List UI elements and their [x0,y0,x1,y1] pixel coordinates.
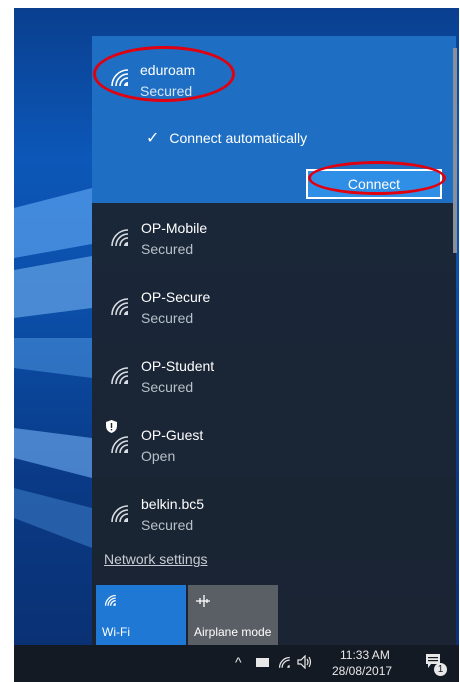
chevron-up-icon[interactable]: ^ [235,654,242,670]
connect-automatically-label: Connect automatically [169,130,308,146]
wifi-quick-action[interactable]: Wi-Fi [96,585,186,645]
airplane-tile-label: Airplane mode [194,625,272,639]
selected-network[interactable]: eduroam Secured ✓ Connect automatically C… [92,36,456,203]
scrollbar[interactable] [453,48,457,253]
wifi-tile-label: Wi-Fi [102,625,130,639]
network-status: Secured [140,83,193,99]
network-settings-link[interactable]: Network settings [104,551,207,567]
battery-icon[interactable] [256,658,270,667]
network-status: Open [141,448,176,464]
notification-count-badge: 1 [434,663,447,676]
network-status: Secured [141,379,194,395]
shield-warning-icon [106,420,117,433]
wifi-signal-icon [111,229,129,247]
wifi-signal-icon [111,69,129,87]
wifi-signal-icon [111,436,129,454]
network-name: belkin.bc5 [141,496,205,512]
desktop: eduroam Secured ✓ Connect automatically C… [14,8,459,682]
wifi-signal-icon [111,298,129,316]
connect-automatically-checkbox[interactable]: ✓ Connect automatically [146,128,307,148]
clock-date[interactable]: 28/08/2017 [332,664,392,678]
network-status: Secured [141,241,194,257]
wifi-icon [104,594,116,606]
connect-button[interactable]: Connect [306,169,442,199]
network-name: OP-Secure [141,289,211,305]
volume-icon[interactable] [297,655,313,669]
network-name: OP-Guest [141,427,204,443]
taskbar: ^ 11:33 AM 28/08/2017 1 [14,645,459,682]
wifi-signal-icon [111,505,129,523]
network-status: Secured [141,310,194,326]
wifi-icon[interactable] [277,655,291,669]
network-name: OP-Student [141,358,215,374]
airplane-icon [196,595,210,607]
checkmark-icon: ✓ [146,130,160,147]
network-name: OP-Mobile [141,220,208,236]
clock-time[interactable]: 11:33 AM [340,648,390,662]
wifi-signal-icon [111,367,129,385]
airplane-mode-quick-action[interactable]: Airplane mode [188,585,278,645]
network-name: eduroam [140,62,196,78]
network-status: Secured [141,517,194,531]
